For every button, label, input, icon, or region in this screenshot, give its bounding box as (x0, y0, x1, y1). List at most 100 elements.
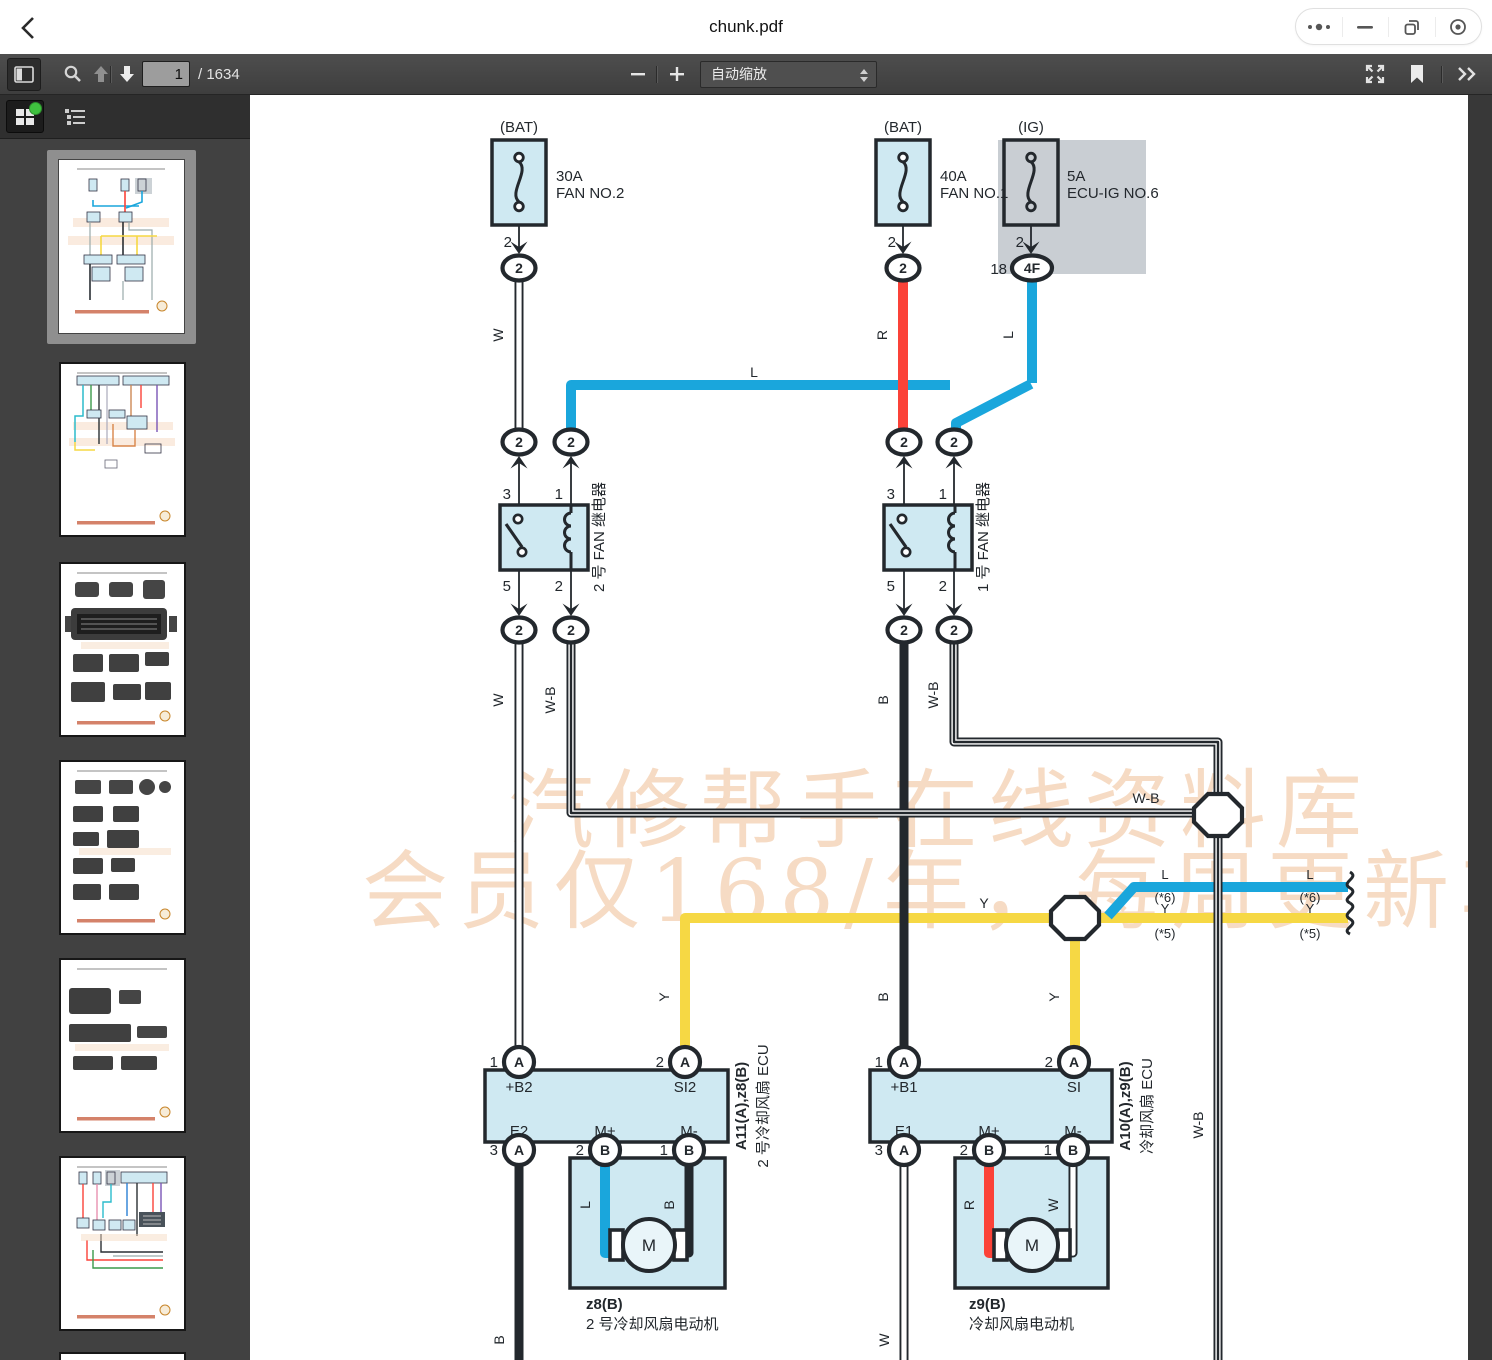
down-arrow-icon (118, 64, 136, 84)
target-circle-icon (1448, 17, 1468, 37)
thumbnail-page-4[interactable] (59, 760, 186, 935)
connector-label: 2 (900, 434, 908, 450)
fuse-fan-no2 (492, 140, 546, 225)
connector-label: 2 (515, 260, 523, 276)
thumbnail-page-2[interactable] (59, 362, 186, 537)
more-options-button[interactable] (1296, 9, 1342, 44)
ecu-pin-label: M+ (594, 1123, 615, 1140)
motor-symbol: M (1025, 1236, 1039, 1255)
zoom-out-button[interactable] (624, 59, 652, 89)
fuse-rating: 30A (556, 168, 583, 185)
wire-label: W (1045, 1198, 1061, 1212)
thumbnail-page-7[interactable] (59, 1352, 186, 1360)
wiring-diagram: (BAT) 30A FAN NO.2 (BAT) 40A FAN NO.1 (I… (250, 95, 1468, 1360)
motor-symbol: M (642, 1236, 656, 1255)
connector-label: 2 (899, 260, 907, 276)
thumbnail-page-1-selected[interactable] (47, 150, 196, 344)
pin-number: 3 (887, 486, 895, 503)
bookmark-button[interactable] (1402, 59, 1432, 89)
thumbnail-page-3[interactable] (59, 562, 186, 737)
viewer-background-strip (1468, 95, 1492, 1360)
pin-number: 2 (939, 578, 947, 595)
page-number-input[interactable] (142, 61, 190, 87)
presentation-mode-button[interactable] (1360, 59, 1390, 89)
sidebar-header (0, 95, 250, 138)
ecu-pin-label: SI2 (674, 1079, 697, 1096)
connector-label: 2 (567, 622, 575, 638)
junction-octagon-wb (1194, 794, 1242, 836)
fuse-name: ECU-IG NO.6 (1067, 185, 1159, 202)
ecu-pin-label: M+ (978, 1123, 999, 1140)
connector-label: 2 (567, 434, 575, 450)
search-button[interactable] (58, 59, 88, 89)
wire-label: Y (1161, 901, 1170, 916)
ecu-name: 冷却风扇 ECU (1139, 1058, 1156, 1154)
next-page-button[interactable] (114, 59, 140, 89)
wire-label: B (491, 1335, 507, 1344)
pin-number: 2 (656, 1054, 664, 1071)
wire-label: Y (1306, 901, 1315, 916)
restore-window-icon (1402, 17, 1422, 37)
option-label: (*5) (1300, 926, 1321, 941)
more-dots-icon (1306, 21, 1332, 33)
wire-label: B (875, 695, 891, 704)
pin-number: 3 (875, 1142, 883, 1159)
fuse-rating: 5A (1067, 168, 1085, 185)
connector-label: 2 (515, 622, 523, 638)
show-thumbnails-button[interactable] (6, 100, 44, 133)
pin-letter: B (1068, 1142, 1078, 1158)
page-count-label: / 1634 (198, 54, 240, 95)
fuse-name: FAN NO.1 (940, 185, 1008, 202)
sidebar-toggle-icon (14, 66, 34, 83)
bookmark-icon (1409, 64, 1425, 84)
ecu-pin-label: M- (1064, 1123, 1082, 1140)
relay-fan-no1 (884, 505, 972, 570)
wire-label: L (1306, 867, 1313, 882)
ecu-pin-label: E1 (895, 1123, 913, 1140)
double-chevron-right-icon (1456, 66, 1478, 82)
wire-break-icon (1347, 903, 1353, 934)
select-arrows-icon (859, 68, 869, 83)
toggle-sidebar-button[interactable] (7, 58, 41, 91)
fuse-bus-label: (BAT) (884, 119, 922, 136)
pin-number: 1 (939, 486, 947, 503)
up-arrow-icon (92, 64, 110, 84)
pin-number: 2 (576, 1142, 584, 1159)
ecu-id: A11(A),z8(B) (733, 1062, 750, 1150)
thumbnail-preview (61, 364, 184, 535)
ig-fuse-panel (998, 140, 1146, 274)
pin-number: 1 (875, 1054, 883, 1071)
zoom-in-button[interactable] (663, 59, 691, 89)
pdf-page: 汽修帮手在线资料库 会员仅168/年，每周更新车型 (250, 95, 1468, 1360)
pin-number: 5 (503, 578, 511, 595)
loading-status-dot (29, 102, 42, 115)
thumbnail-preview (61, 564, 184, 735)
pin-number: 2 (504, 234, 512, 251)
wire-label: W (876, 1333, 892, 1347)
pin-number: 3 (490, 1142, 498, 1159)
show-outline-button[interactable] (56, 100, 94, 133)
zoom-mode-select[interactable]: 自动缩放 (700, 61, 877, 88)
thumbnail-preview (61, 762, 184, 933)
wire-label: Y (1046, 992, 1062, 1002)
thumbnail-page-5[interactable] (59, 958, 186, 1133)
window-capsule (1295, 8, 1482, 45)
fuse-bus-label: (IG) (1018, 119, 1044, 136)
minimize-button[interactable] (1343, 9, 1389, 44)
pin-number: 2 (1016, 234, 1024, 251)
motor-id: z8(B) (586, 1296, 623, 1313)
wire-label: L (1161, 867, 1168, 882)
target-button[interactable] (1436, 9, 1482, 44)
pin-letter: A (514, 1142, 524, 1158)
toolbar-more-button[interactable] (1450, 59, 1484, 89)
restore-button[interactable] (1389, 9, 1435, 44)
pin-letter: B (984, 1142, 994, 1158)
toolbar-divider (656, 66, 657, 83)
pin-number: 1 (1044, 1142, 1052, 1159)
pin-number: 2 (1045, 1054, 1053, 1071)
wire-label: W-B (542, 687, 558, 714)
motor-name: 2 号冷却风扇电动机 (586, 1316, 719, 1333)
fuse-fan-no1 (876, 140, 930, 225)
thumbnail-page-6[interactable] (59, 1156, 186, 1331)
search-icon (63, 64, 83, 84)
